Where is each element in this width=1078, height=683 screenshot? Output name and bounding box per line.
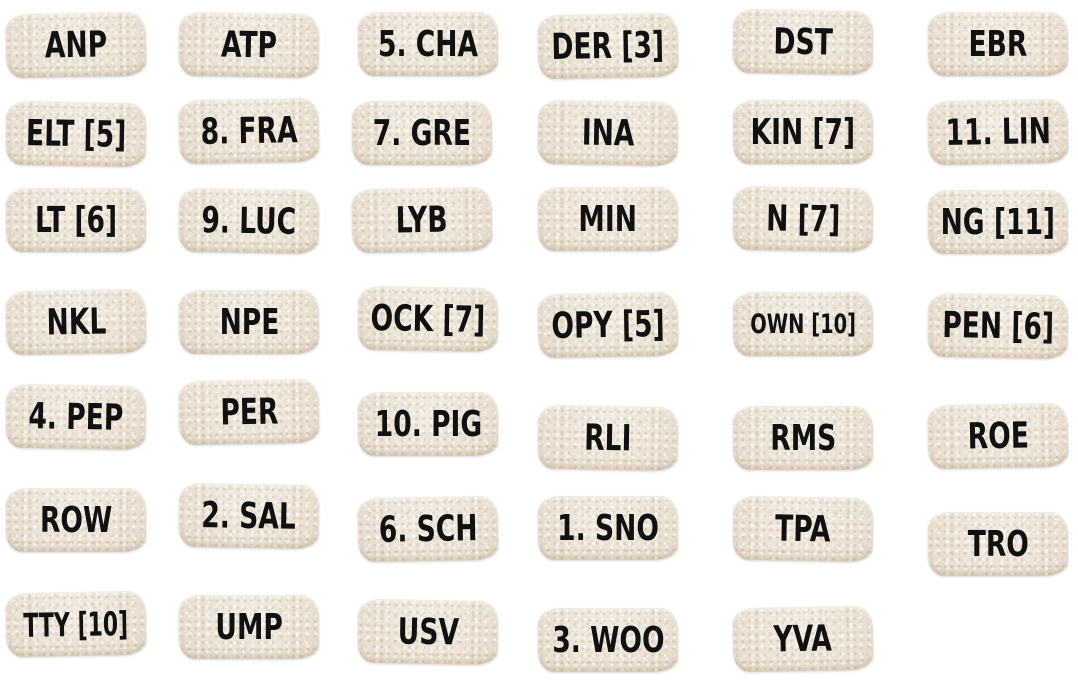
tile-label: 11. LIN [944,110,1052,154]
tile-label: PEN [6] [941,304,1055,348]
tile-label: 7. GRE [372,112,472,154]
tile-label: NPE [219,301,279,343]
tile-label: OWN [10] [750,308,856,340]
tile-per[interactable]: PER [178,378,320,446]
tile-label: OCK [7] [370,297,486,341]
tile-kin-7[interactable]: KIN [7] [733,100,873,164]
tile-4-pep[interactable]: 4. PEP [5,383,147,451]
tile-label: YVA [773,617,833,661]
tile-board: ANP ATP 5. CHA DER [3] DST EBR ELT [5] 8… [0,0,1078,683]
tile-label: 8. FRA [200,109,298,153]
tile-rli[interactable]: RLI [537,404,679,472]
tile-label: ANP [44,23,108,67]
tile-pen-6[interactable]: PEN [6] [927,292,1069,360]
tile-label: OPY [5] [551,303,665,347]
tile-roe[interactable]: ROE [927,402,1069,470]
tile-label: TPA [774,508,832,550]
tile-label: ROE [967,414,1029,458]
tile-label: LYB [395,199,449,241]
tile-tty-10[interactable]: TTY [10] [5,590,147,658]
tile-tpa[interactable]: TPA [732,495,874,563]
tile-label: KIN [7] [750,111,856,153]
tile-ock-7[interactable]: OCK [7] [357,285,499,353]
tile-label: NKL [45,300,107,344]
tile-label: INA [581,112,635,154]
tile-elt-5[interactable]: ELT [5] [5,100,147,168]
tile-lyb[interactable]: LYB [351,186,493,254]
tile-min[interactable]: MIN [538,187,678,251]
tile-8-fra[interactable]: 8. FRA [178,97,320,165]
tile-der-3[interactable]: DER [3] [537,12,679,80]
tile-label: MIN [578,198,638,240]
tile-label: NG [11] [940,201,1056,243]
tile-label: DST [772,20,833,64]
tile-atp[interactable]: ATP [178,11,320,79]
tile-ina[interactable]: INA [537,99,679,167]
tile-label: TRO [967,523,1029,565]
tile-9-luc[interactable]: 9. LUC [178,187,320,255]
tile-label: N [7] [765,197,841,241]
tile-label: 6. SCH [378,507,478,551]
tile-label: RLI [584,417,632,459]
tile-nkl[interactable]: NKL [5,288,147,356]
tile-ump[interactable]: UMP [179,595,319,659]
tile-6-sch[interactable]: 6. SCH [357,495,499,563]
tile-10-pig[interactable]: 10. PIG [358,392,498,456]
tile-usv[interactable]: USV [357,598,499,666]
tile-label: ATP [220,24,278,66]
tile-lt-6[interactable]: LT [6] [6,188,146,252]
tile-npe[interactable]: NPE [179,290,319,354]
tile-label: RMS [769,417,837,459]
tile-label: LT [6] [34,199,118,241]
tile-3-woo[interactable]: 3. WOO [538,608,678,672]
tile-label: ELT [5] [25,112,127,156]
tile-label: 1. SNO [557,507,659,549]
tile-label: TTY [10] [23,603,129,645]
tile-opy-5[interactable]: OPY [5] [537,291,679,359]
tile-label: DER [3] [551,24,665,68]
tile-n-7[interactable]: N [7] [732,185,874,253]
tile-label: 5. CHA [377,23,479,65]
tile-5-cha[interactable]: 5. CHA [358,12,498,76]
tile-row[interactable]: ROW [6,488,146,552]
tile-rms[interactable]: RMS [733,406,873,470]
tile-label: PER [219,390,279,434]
tile-dst[interactable]: DST [732,8,874,76]
tile-anp[interactable]: ANP [5,11,147,79]
tile-tro[interactable]: TRO [928,512,1068,576]
tile-yva[interactable]: YVA [732,605,874,673]
tile-ng-11[interactable]: NG [11] [928,190,1068,254]
tile-label: ROW [39,499,113,541]
tile-label: 10. PIG [374,403,482,445]
tile-label: 3. WOO [551,619,665,661]
tile-label: EBR [968,23,1028,65]
tile-label: 2. SAL [201,494,297,538]
tile-2-sal[interactable]: 2. SAL [178,482,320,550]
tile-1-sno[interactable]: 1. SNO [538,496,678,560]
tile-ebr[interactable]: EBR [928,12,1068,76]
tile-label: 9. LUC [201,199,297,243]
tile-11-lin[interactable]: 11. LIN [927,98,1069,166]
tile-label: UMP [215,606,283,648]
tile-label: 4. PEP [28,395,124,439]
tile-label: USV [397,610,459,654]
tile-own-10[interactable]: OWN [10] [733,292,873,356]
tile-7-gre[interactable]: 7. GRE [352,101,492,165]
